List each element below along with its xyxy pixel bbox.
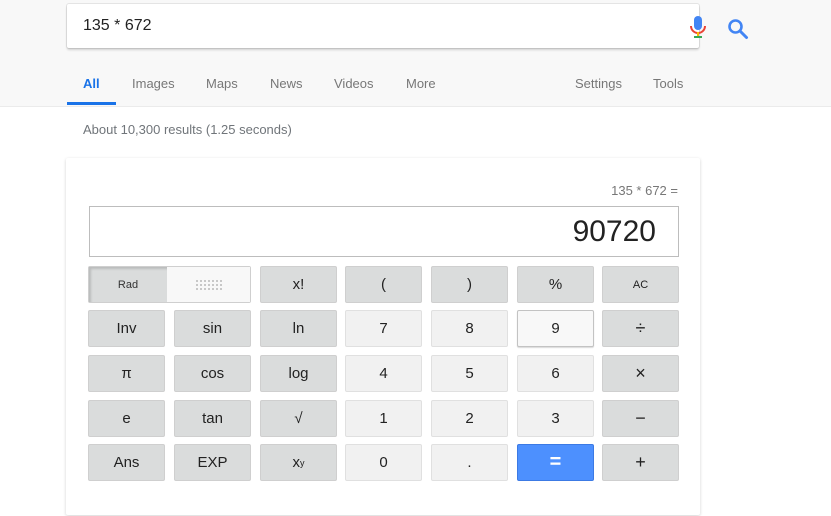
exp-button[interactable]: EXP [174,444,251,481]
left-paren-button[interactable]: ( [345,266,422,303]
calculator-expression: 135 * 672 = [611,183,678,198]
tab-news[interactable]: News [270,76,303,106]
microphone-icon[interactable] [689,16,707,40]
digit-4-button[interactable]: 4 [345,355,422,392]
digit-5-button[interactable]: 5 [431,355,508,392]
inverse-button[interactable]: Inv [88,310,165,347]
right-paren-button[interactable]: ) [431,266,508,303]
power-button[interactable]: xy [260,444,337,481]
digit-3-button[interactable]: 3 [517,400,594,437]
deg-dots-icon [195,279,222,290]
answer-button[interactable]: Ans [88,444,165,481]
calculator-display: 90720 [89,206,679,257]
cos-button[interactable]: cos [174,355,251,392]
euler-button[interactable]: e [88,400,165,437]
minus-button[interactable]: − [602,400,679,437]
digit-2-button[interactable]: 2 [431,400,508,437]
ln-button[interactable]: ln [260,310,337,347]
digit-7-button[interactable]: 7 [345,310,422,347]
multiply-button[interactable]: × [602,355,679,392]
decimal-button[interactable]: . [431,444,508,481]
search-icon[interactable] [727,18,749,40]
factorial-button[interactable]: x! [260,266,337,303]
digit-0-button[interactable]: 0 [345,444,422,481]
sin-button[interactable]: sin [174,310,251,347]
digit-6-button[interactable]: 6 [517,355,594,392]
search-nav: All Images Maps News Videos More Setting… [0,76,831,106]
power-base-label: x [292,454,301,471]
digit-9-button[interactable]: 9 [517,310,594,347]
digit-1-button[interactable]: 1 [345,400,422,437]
search-box[interactable]: 135 * 672 [67,4,748,48]
tab-maps[interactable]: Maps [206,76,238,106]
divide-button[interactable]: ÷ [602,310,679,347]
calculator-result: 90720 [572,215,656,248]
tab-images[interactable]: Images [132,76,175,106]
search-input[interactable]: 135 * 672 [83,4,583,48]
digit-8-button[interactable]: 8 [431,310,508,347]
tan-button[interactable]: tan [174,400,251,437]
active-tab-indicator [67,102,116,105]
all-clear-button[interactable]: AC [602,266,679,303]
power-exponent-label: y [300,457,305,468]
deg-button[interactable] [167,267,250,302]
tab-videos[interactable]: Videos [334,76,374,106]
pi-button[interactable]: π [88,355,165,392]
calculator-card: 135 * 672 = 90720 Rad x! ( ) % AC Inv si… [66,158,700,515]
sqrt-button[interactable]: √ [260,400,337,437]
result-stats: About 10,300 results (1.25 seconds) [83,122,292,137]
log-button[interactable]: log [260,355,337,392]
rad-button[interactable]: Rad [89,267,167,302]
settings-link[interactable]: Settings [575,76,622,106]
angle-mode-toggle: Rad [88,266,251,303]
plus-button[interactable]: + [602,444,679,481]
equals-button[interactable]: = [517,444,594,481]
tab-more[interactable]: More [406,76,436,106]
tools-link[interactable]: Tools [653,76,683,106]
percent-button[interactable]: % [517,266,594,303]
